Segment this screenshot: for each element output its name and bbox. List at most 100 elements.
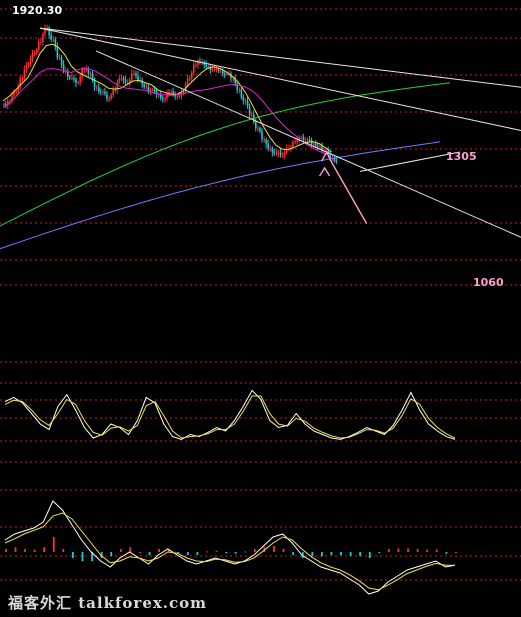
macd-bar-down <box>349 552 352 557</box>
candle-up <box>211 69 214 71</box>
candle-down <box>73 78 75 80</box>
candle-up <box>170 91 172 93</box>
candle-up <box>149 89 152 91</box>
candle-up <box>300 137 303 139</box>
macd-bar-up <box>62 549 65 552</box>
macd-bar-up <box>206 551 208 553</box>
price-panel <box>0 24 521 250</box>
macd-bar-up <box>387 549 390 552</box>
candle-up <box>215 69 218 71</box>
candle-up <box>213 69 216 71</box>
macd-bar-down <box>72 552 74 558</box>
watermark-text: 福客外汇 talkforex.com <box>8 594 208 612</box>
macd-bar-down <box>359 552 362 557</box>
macd-bar-down <box>110 552 113 557</box>
candle-down <box>56 46 59 58</box>
candle-up <box>319 146 321 148</box>
candle-down <box>104 91 106 94</box>
candle-down <box>60 57 63 65</box>
candle-up <box>220 71 222 73</box>
macd-bar-down <box>196 552 199 555</box>
candle-down <box>137 75 139 81</box>
candle-down <box>87 69 90 74</box>
candle-down <box>205 64 207 67</box>
candle-down <box>147 87 150 91</box>
candle-up <box>114 89 117 91</box>
candle-down <box>255 122 257 129</box>
candle-up <box>96 87 98 89</box>
candle-up <box>294 141 296 143</box>
candle-up <box>81 69 83 77</box>
candle-up <box>71 78 73 80</box>
candle-up <box>133 73 135 75</box>
candle-up <box>120 78 123 80</box>
candle-up <box>182 91 185 93</box>
candle-down <box>267 143 269 149</box>
candle-down <box>302 137 305 140</box>
candle-up <box>191 72 193 79</box>
candle-up <box>21 78 24 80</box>
candle-down <box>224 73 226 75</box>
candle-up <box>89 73 92 75</box>
candle-up <box>257 128 259 130</box>
candle-down <box>143 84 145 88</box>
candle-up <box>189 78 191 80</box>
macd-bar-down <box>378 552 381 554</box>
macd-bar-up <box>273 546 275 552</box>
candle-up <box>42 34 44 42</box>
candle-up <box>85 69 88 71</box>
macd-bar-up <box>158 549 160 552</box>
candle-down <box>69 76 71 79</box>
candle-down <box>106 93 108 99</box>
candle-up <box>83 69 86 71</box>
candle-down <box>242 97 245 101</box>
candle-up <box>110 94 112 99</box>
candle-down <box>246 100 249 107</box>
candle-up <box>31 53 34 60</box>
trendline-lower <box>95 50 521 238</box>
forecast-arrow-head <box>319 166 331 177</box>
candle-down <box>124 80 127 83</box>
candle-down <box>273 152 276 154</box>
macd-bar-up <box>52 537 55 552</box>
candle-down <box>261 131 263 140</box>
candle-down <box>153 89 156 92</box>
candle-down <box>162 97 164 99</box>
macd-bar-up <box>119 549 122 552</box>
candle-up <box>112 89 114 95</box>
oscillator-panel <box>4 389 456 440</box>
candle-up <box>282 155 284 157</box>
macd-bar-down <box>292 552 295 555</box>
candle-down <box>98 87 100 92</box>
candle-up <box>269 148 272 150</box>
candle-up <box>284 152 286 156</box>
candle-up <box>195 64 197 66</box>
candle-down <box>93 80 96 88</box>
ma-line-magenta <box>2 67 332 156</box>
trendline-middle <box>40 27 521 131</box>
macd-bar-down <box>320 552 323 557</box>
candle-up <box>3 104 5 106</box>
candle-up <box>238 89 241 91</box>
candle-up <box>263 139 265 141</box>
macd-bar-down <box>148 552 151 555</box>
macd-bar-up <box>215 550 218 552</box>
macd-bar-down <box>311 552 314 557</box>
macd-bar-down <box>330 552 333 555</box>
macd-bar-up <box>33 549 36 552</box>
ma-line-green <box>0 82 451 227</box>
macd-bar-up <box>407 548 409 552</box>
candle-up <box>178 96 181 98</box>
chart-canvas <box>0 8 521 595</box>
candle-up <box>77 82 79 84</box>
target-1305-label: 1305 <box>446 150 477 163</box>
candle-down <box>122 78 125 80</box>
candle-up <box>23 69 26 79</box>
macd-bar-down <box>225 552 228 554</box>
macd-bar-down <box>445 552 448 554</box>
candle-up <box>176 96 179 98</box>
candle-down <box>248 106 251 115</box>
candle-up <box>193 64 195 73</box>
macd-bar-down <box>234 552 237 554</box>
candle-up <box>29 59 32 65</box>
